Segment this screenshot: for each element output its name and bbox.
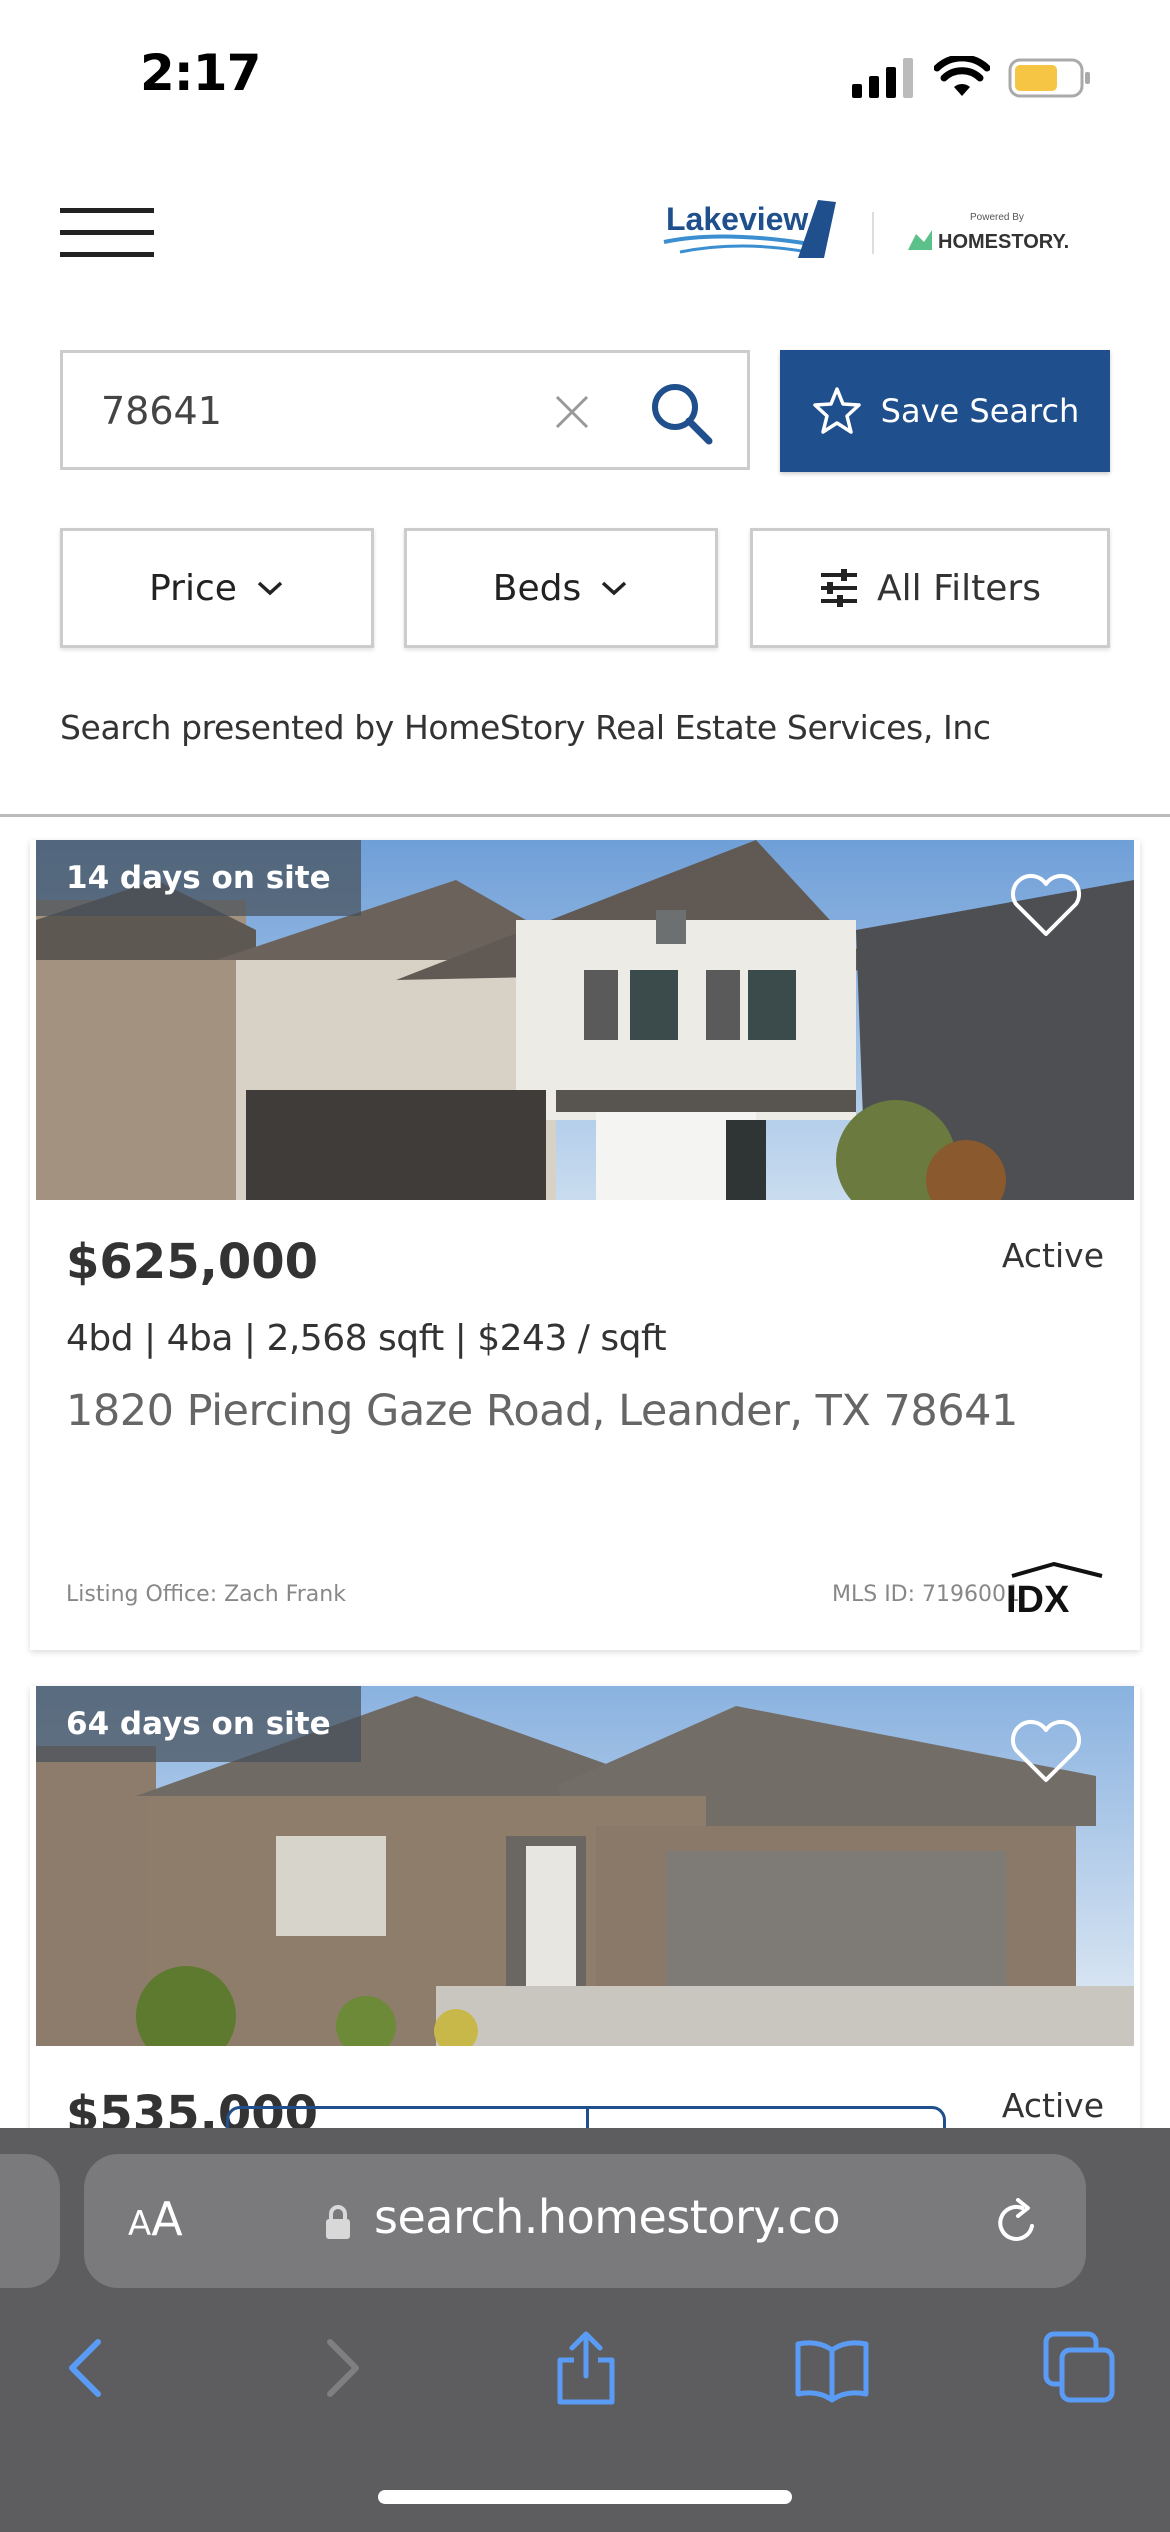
wifi-icon — [934, 56, 990, 96]
divider — [0, 814, 1170, 817]
chevron-down-icon — [257, 581, 283, 596]
back-icon — [69, 2339, 101, 2397]
all-filters-button[interactable]: All Filters — [750, 528, 1110, 648]
heart-icon[interactable] — [1008, 1718, 1084, 1784]
save-search-label: Save Search — [880, 392, 1080, 430]
svg-text:Lakeview: Lakeview — [666, 201, 808, 237]
bookmarks-icon — [795, 2340, 869, 2403]
svg-text:Powered By: Powered By — [970, 212, 1024, 223]
search-input[interactable] — [101, 381, 481, 441]
share-button[interactable] — [546, 2328, 626, 2408]
tabs-icon — [1043, 2331, 1115, 2403]
search-box — [60, 350, 750, 470]
listing-status: Active — [1001, 2086, 1104, 2125]
heart-icon[interactable] — [1008, 872, 1084, 938]
back-button[interactable] — [48, 2328, 128, 2408]
menu-icon — [60, 208, 154, 213]
beds-filter-button[interactable]: Beds — [404, 528, 718, 648]
browser-toolbar: AA search.homestory.co — [0, 2128, 1170, 2532]
listing-specs: 4bd | 4ba | 2,568 sqft | $243 / sqft — [66, 1318, 667, 1359]
menu-button[interactable] — [58, 206, 158, 258]
url-text[interactable]: search.homestory.co — [374, 2190, 841, 2244]
chevron-down-icon — [602, 581, 627, 596]
previous-tab-preview[interactable] — [0, 2154, 60, 2288]
status-time: 2:17 — [140, 44, 261, 102]
lock-icon — [326, 2205, 350, 2239]
price-filter-label: Price — [149, 567, 237, 609]
save-search-button[interactable]: Save Search — [780, 350, 1110, 472]
listing-office: Listing Office: Zach Frank — [66, 1582, 346, 1607]
svg-text:HOMESTORY.: HOMESTORY. — [938, 231, 1069, 253]
idx-logo: IDX — [1006, 1562, 1103, 1618]
brand-logo[interactable]: Lakeview Powered By HOMESTORY. — [660, 190, 1100, 280]
forward-button[interactable] — [300, 2328, 380, 2408]
home-indicator[interactable] — [378, 2490, 792, 2504]
sliders-icon — [821, 569, 857, 607]
all-filters-label: All Filters — [877, 567, 1041, 609]
star-icon — [812, 387, 861, 434]
days-on-site-badge: 14 days on site — [36, 840, 361, 916]
battery-icon — [1008, 58, 1090, 98]
presented-by-text: Search presented by HomeStory Real Estat… — [60, 708, 991, 747]
mls-id: MLS ID: 7196001 — [832, 1582, 1021, 1607]
bookmarks-button[interactable] — [792, 2328, 872, 2408]
reader-options-button[interactable]: AA — [128, 2192, 183, 2246]
status-bar: 2:17 — [0, 0, 1170, 150]
listing-price: $625,000 — [66, 1234, 319, 1290]
days-on-site-badge: 64 days on site — [36, 1686, 361, 1762]
beds-filter-label: Beds — [492, 567, 582, 609]
price-filter-button[interactable]: Price — [60, 528, 374, 648]
listing-status: Active — [1001, 1236, 1104, 1275]
listing-card[interactable]: 14 days on site $625,000 Active 4bd | 4b… — [30, 840, 1140, 1650]
signal-icon — [852, 58, 913, 98]
clear-icon[interactable] — [541, 381, 603, 443]
tabs-button[interactable] — [1040, 2328, 1120, 2408]
forward-icon — [327, 2339, 359, 2397]
reload-icon[interactable] — [992, 2198, 1042, 2248]
svg-text:IDX: IDX — [1006, 1579, 1070, 1618]
share-icon — [557, 2331, 615, 2405]
address-bar[interactable]: AA search.homestory.co — [84, 2154, 1086, 2288]
search-icon[interactable] — [647, 379, 717, 449]
listing-address[interactable]: 1820 Piercing Gaze Road, Leander, TX 786… — [66, 1386, 1018, 1436]
